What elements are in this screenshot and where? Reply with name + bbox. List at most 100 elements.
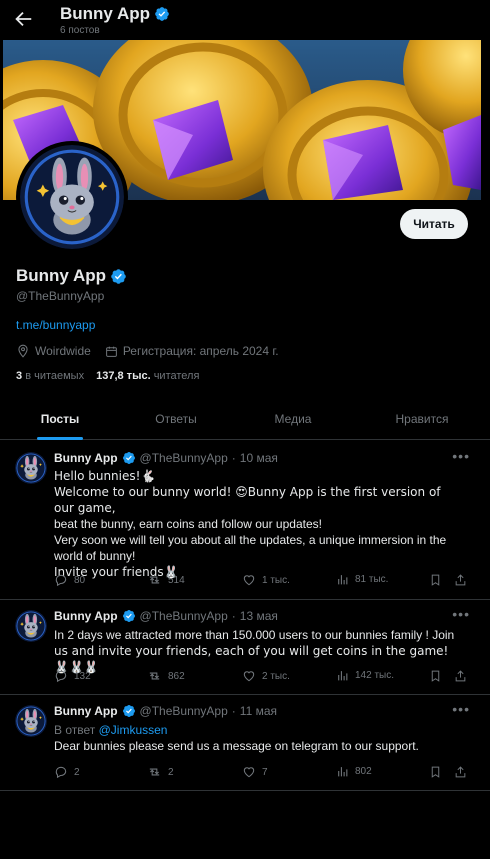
retweet-button[interactable]: 862: [147, 669, 185, 683]
following-label: в читаемых: [25, 370, 85, 382]
retweet-count: 2: [168, 766, 174, 778]
back-arrow-icon[interactable]: [12, 8, 34, 30]
views-button[interactable]: 81 тыс.: [336, 573, 388, 586]
tab-posts[interactable]: Посты: [0, 398, 120, 440]
tweet-author-name[interactable]: Bunny App: [54, 609, 118, 623]
share-button[interactable]: [454, 765, 467, 779]
tweet-actions: 2 2 7 802: [54, 765, 474, 781]
tweet-2[interactable]: Bunny App @TheBunnyApp · 13 мая ••• In 2…: [0, 600, 490, 695]
post-count: 6 постов: [60, 25, 100, 36]
profile-handle: @TheBunnyApp: [16, 289, 105, 303]
tweet-author-handle[interactable]: @TheBunnyApp: [140, 609, 228, 623]
tab-likes-label: Нравится: [395, 412, 449, 426]
calendar-icon: [105, 346, 117, 357]
reply-button[interactable]: 132: [54, 669, 91, 683]
like-icon: [243, 671, 255, 682]
tweet-3[interactable]: Bunny App @TheBunnyApp · 11 мая ••• В от…: [0, 695, 490, 791]
verified-badge-icon: [122, 609, 136, 623]
bookmark-button[interactable]: [429, 573, 442, 587]
followers-stat[interactable]: 137,8 тыс. читателя: [96, 370, 199, 382]
retweet-button[interactable]: 514: [147, 573, 185, 587]
tweet-separator: ·: [231, 704, 236, 718]
tweet-line: world of bunny!: [54, 549, 136, 563]
tweet-author-name[interactable]: Bunny App: [54, 704, 118, 718]
top-bar: Bunny App 6 постов: [0, 0, 490, 40]
share-icon: [455, 766, 466, 778]
views-count: 142 тыс.: [355, 670, 395, 681]
views-count: 802: [355, 766, 372, 777]
profile-avatar[interactable]: [16, 141, 128, 253]
reply-button[interactable]: 80: [54, 573, 85, 587]
followers-count: 137,8 тыс.: [96, 370, 151, 382]
tab-likes[interactable]: Нравится: [354, 398, 490, 440]
like-button[interactable]: 2 тыс.: [242, 669, 290, 683]
reply-count: 132: [74, 670, 91, 682]
tweet-date[interactable]: 11 мая: [240, 704, 277, 718]
tweet-actions: 132 862 2 тыс. 142 тыс.: [54, 669, 474, 685]
tweet-line: Very soon we will tell you about all the…: [54, 533, 447, 547]
reply-icon: [55, 670, 67, 683]
tweet-author-name[interactable]: Bunny App: [54, 451, 118, 465]
tweet-line: In 2 days we attracted more than 150.000…: [54, 628, 455, 642]
location-item: Woirdwide: [16, 344, 91, 358]
reply-button[interactable]: 2: [54, 765, 80, 779]
following-count: 3: [16, 370, 23, 382]
reply-prefix: В ответ: [54, 723, 96, 737]
verified-badge-icon: [110, 268, 127, 285]
bookmark-icon: [431, 574, 440, 586]
share-button[interactable]: [454, 669, 467, 683]
more-icon[interactable]: •••: [452, 606, 470, 622]
tweet-date[interactable]: 10 мая: [240, 451, 278, 465]
tweet-text: In 2 days we attracted more than 150.000…: [54, 627, 464, 675]
views-button[interactable]: 142 тыс.: [336, 669, 394, 682]
bunny-avatar-image: [20, 145, 124, 249]
tweet-header: Bunny App @TheBunnyApp · 13 мая: [54, 609, 278, 623]
tab-replies[interactable]: Ответы: [120, 398, 232, 440]
tweet-header: Bunny App @TheBunnyApp · 11 мая: [54, 704, 277, 718]
verified-badge-icon: [122, 451, 136, 465]
share-button[interactable]: [454, 573, 467, 587]
like-count: 2 тыс.: [262, 670, 290, 682]
retweet-icon: [149, 576, 160, 584]
views-icon: [338, 671, 348, 681]
following-stat[interactable]: 3 в читаемых: [16, 370, 84, 382]
like-count: 1 тыс.: [262, 574, 290, 586]
tab-media[interactable]: Медиа: [232, 398, 354, 440]
tweet-date[interactable]: 13 мая: [240, 609, 278, 623]
joined-item: Регистрация: апрель 2024 г.: [105, 344, 279, 358]
profile-meta: Woirdwide Регистрация: апрель 2024 г.: [16, 344, 289, 358]
like-icon: [243, 575, 255, 586]
tab-media-label: Медиа: [274, 412, 312, 426]
tweet-avatar[interactable]: [15, 452, 47, 484]
verified-badge-icon: [122, 704, 136, 718]
retweet-button[interactable]: 2: [147, 765, 174, 779]
tab-replies-label: Ответы: [155, 412, 197, 426]
like-icon: [243, 767, 255, 778]
profile-stats: 3 в читаемых 137,8 тыс. читателя: [16, 370, 199, 382]
views-button[interactable]: 802: [336, 765, 372, 778]
tweet-line: beat the bunny, earn coins and follow ou…: [54, 517, 322, 531]
like-button[interactable]: 7: [242, 765, 268, 779]
reply-context: В ответ @Jimkussen: [54, 722, 464, 738]
tweet-actions: 80 514 1 тыс. 81 тыс.: [54, 573, 474, 589]
tweet-line: Dear bunnies please send us a message on…: [54, 739, 419, 753]
tweet-separator: ·: [231, 609, 236, 623]
bookmark-button[interactable]: [429, 765, 442, 779]
reply-count: 2: [74, 766, 80, 778]
like-button[interactable]: 1 тыс.: [242, 573, 290, 587]
tweet-author-handle[interactable]: @TheBunnyApp: [140, 704, 228, 718]
tweet-text: В ответ @Jimkussen Dear bunnies please s…: [54, 722, 464, 754]
tweet-author-handle[interactable]: @TheBunnyApp: [140, 451, 228, 465]
more-icon[interactable]: •••: [452, 701, 470, 717]
header-title: Bunny App: [60, 4, 170, 24]
bookmark-icon: [431, 766, 440, 778]
more-icon[interactable]: •••: [452, 448, 470, 464]
tweet-avatar[interactable]: [15, 705, 47, 737]
tweet-avatar[interactable]: [15, 610, 47, 642]
follow-button[interactable]: Читать: [400, 209, 468, 239]
location-text: Woirdwide: [35, 344, 91, 358]
bookmark-button[interactable]: [429, 669, 442, 683]
reply-to-link[interactable]: @Jimkussen: [99, 723, 168, 737]
tweet-1[interactable]: Bunny App @TheBunnyApp · 10 мая ••• Hell…: [0, 440, 490, 600]
profile-url-link[interactable]: t.me/bunnyapp: [16, 318, 95, 332]
